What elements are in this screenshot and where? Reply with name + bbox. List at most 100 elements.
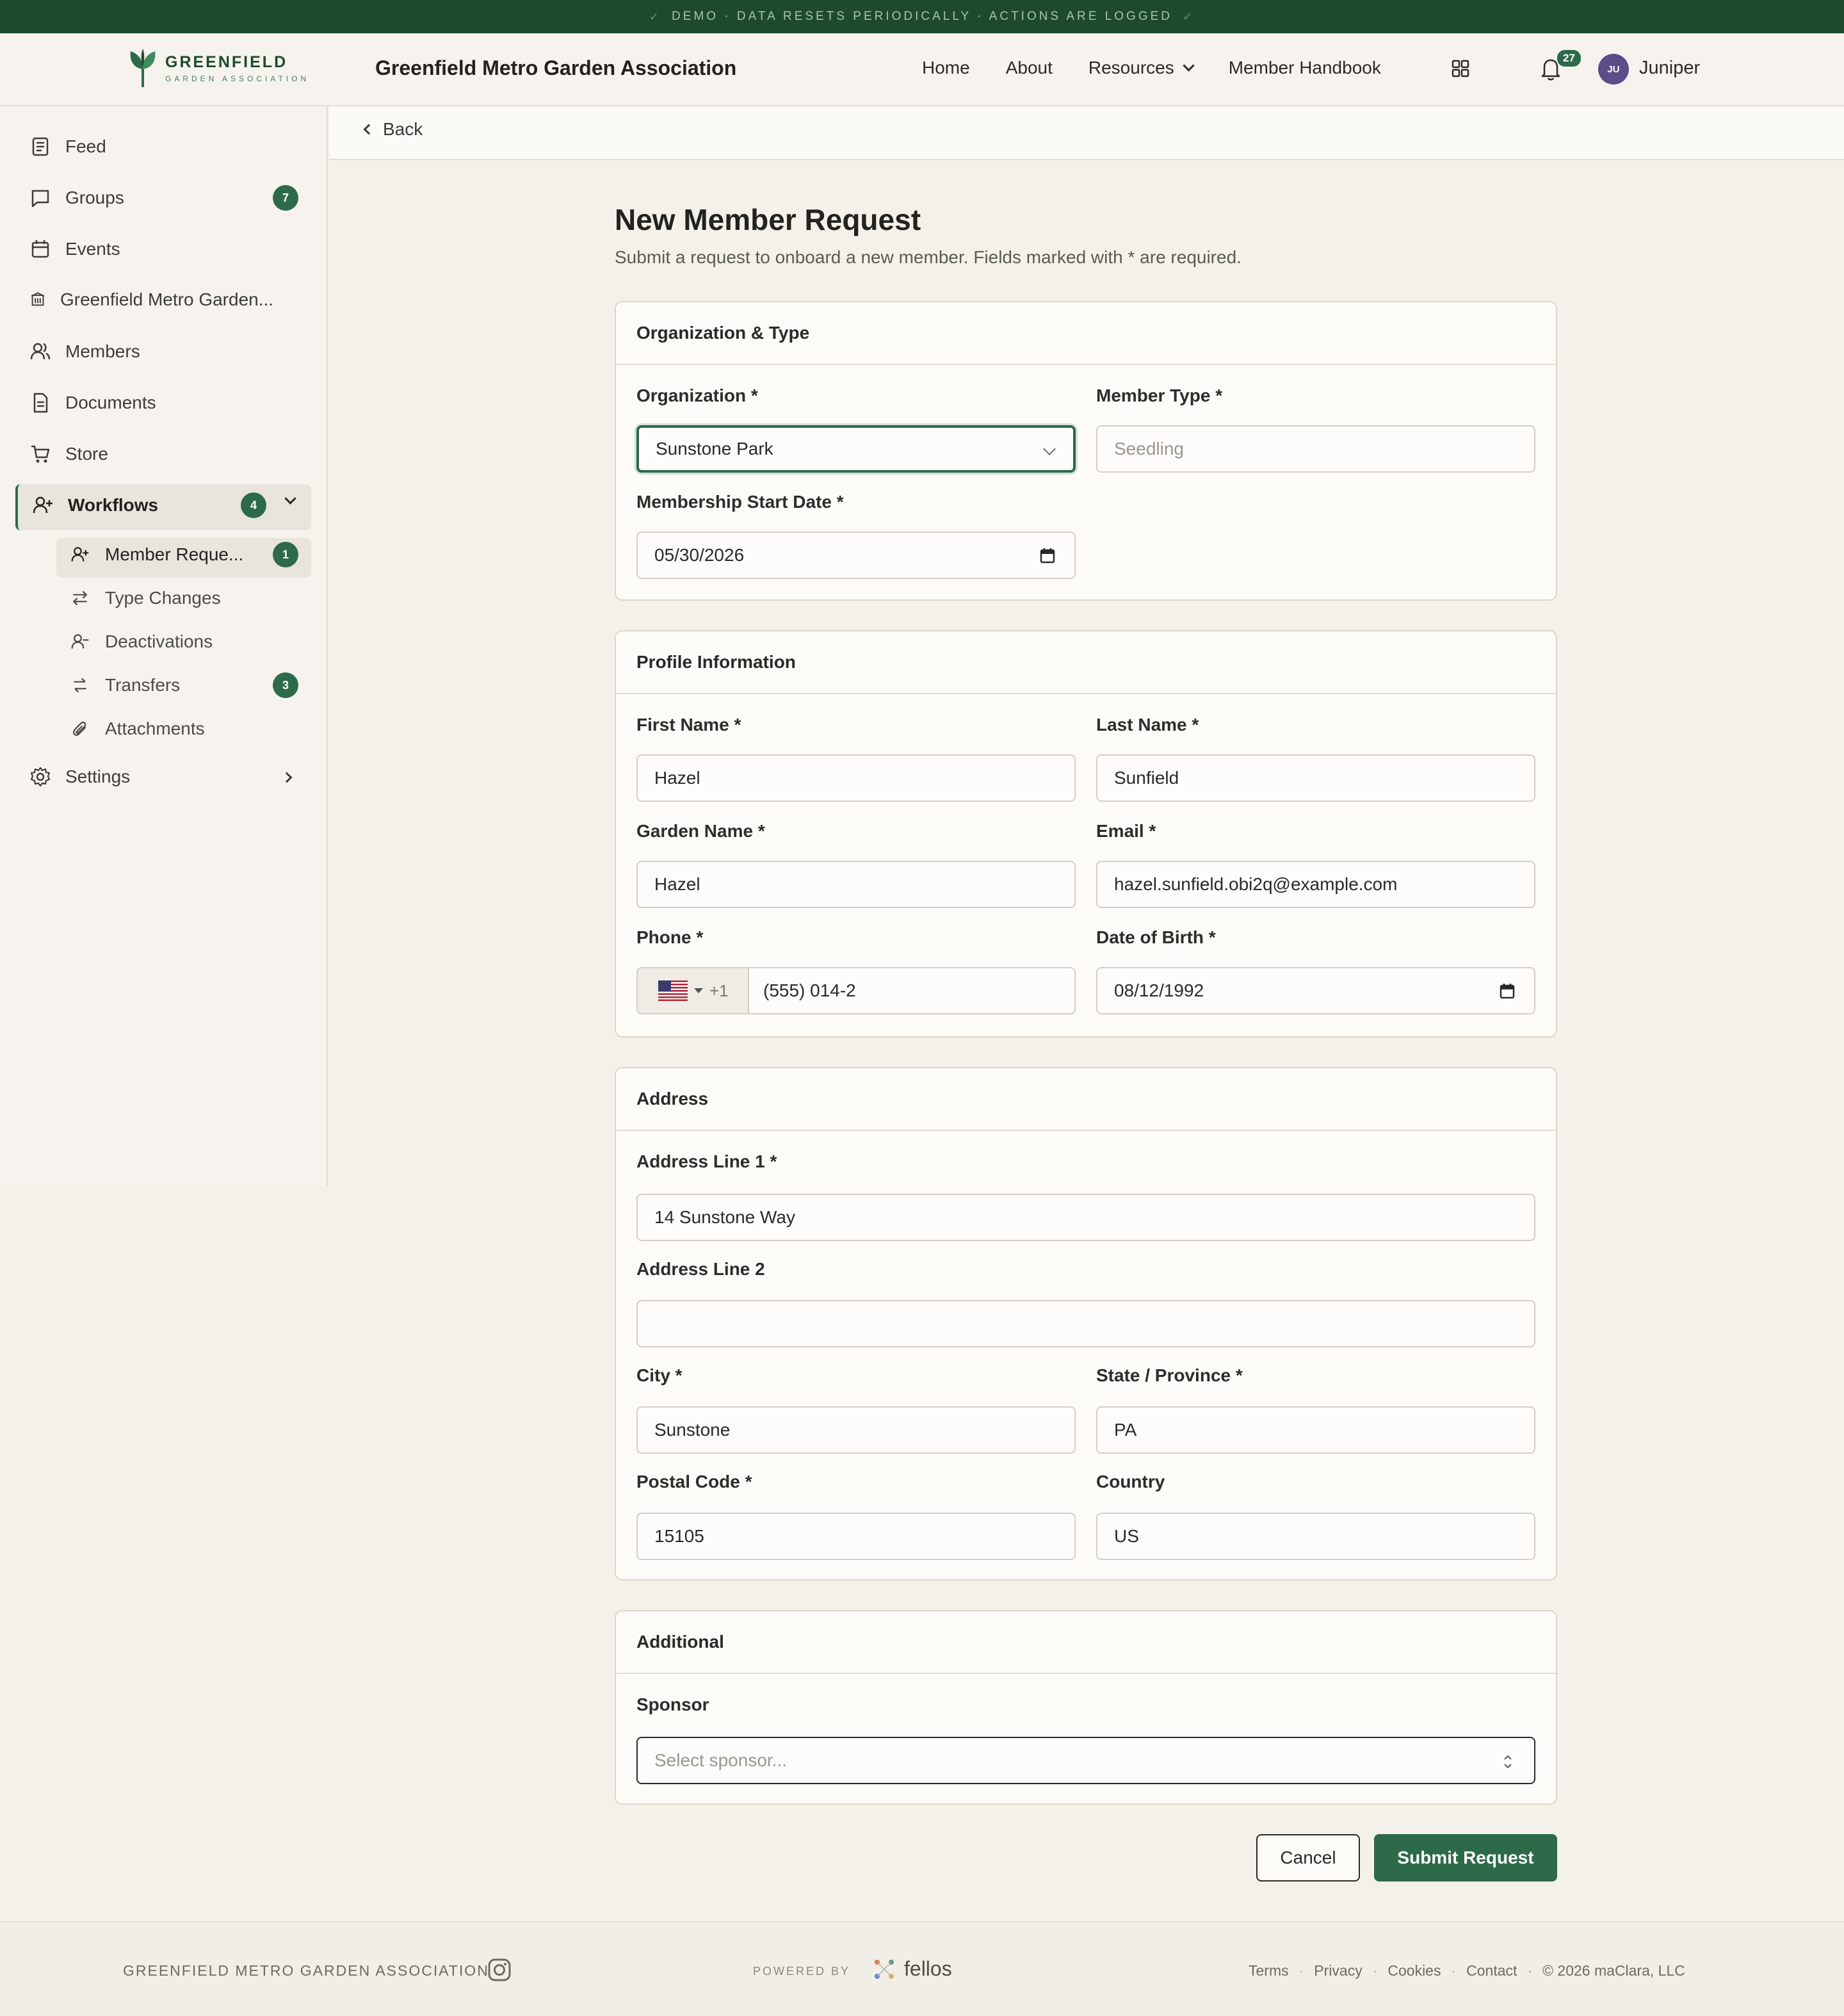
country-code-select[interactable]: +1 [638,968,749,1013]
sidebar-item-feed[interactable]: Feed [29,136,298,158]
check-icon: ✓ [1183,10,1195,23]
sidebar-subitem-label: Member Reque... [105,544,244,564]
dob-input[interactable]: 08/12/1992 [1096,967,1535,1014]
city-label: City * [636,1365,683,1385]
sidebar-item-documents[interactable]: Documents [29,392,298,414]
instagram-icon[interactable] [487,1957,512,1983]
sidebar-item-events[interactable]: Events [29,238,298,260]
sidebar-item-groups[interactable]: Groups 7 [29,185,298,211]
back-label: Back [383,119,423,139]
first-name-value: Hazel [654,768,700,788]
check-icon: ✓ [649,10,661,23]
dob-label: Date of Birth * [1096,927,1216,947]
submit-request-button[interactable]: Submit Request [1374,1834,1557,1882]
first-name-input[interactable]: Hazel [636,754,1076,802]
sponsor-select[interactable]: Select sponsor... [636,1737,1535,1784]
section-title: Address [616,1068,1556,1131]
sidebar-item-organization[interactable]: Greenfield Metro Garden... [29,289,298,310]
cancel-button[interactable]: Cancel [1256,1834,1360,1882]
start-date-value: 05/30/2026 [654,545,745,565]
address-line2-input[interactable] [636,1300,1535,1347]
demo-banner-text: DEMO · DATA RESETS PERIODICALLY · ACTION… [672,10,1172,23]
user-minus-icon [71,634,89,649]
member-requests-count-badge: 1 [273,542,298,567]
page-title: New Member Request [615,203,921,236]
nav-home[interactable]: Home [922,58,970,78]
nav-resources[interactable]: Resources [1088,58,1195,78]
back-bar: Back [329,106,1844,160]
org-title: Greenfield Metro Garden Association [375,56,737,79]
sidebar-subitem-label: Deactivations [105,631,213,651]
logo-subtitle: GARDEN ASSOCIATION [165,74,310,83]
separator-dot: · [1298,1962,1304,1979]
updown-chevron-icon [1504,1755,1512,1769]
footer-org-name: GREENFIELD METRO GARDEN ASSOCIATION [123,1962,489,1979]
sidebar-item-members[interactable]: Members [29,341,298,362]
fellos-brand[interactable]: fellos [904,1957,952,1981]
member-type-field[interactable]: Seedling [1096,425,1535,473]
logo[interactable]: GREENFIELD GARDEN ASSOCIATION [127,47,309,88]
email-field[interactable]: hazel.sunfield.obi2q@example.com [1096,861,1535,908]
user-name[interactable]: Juniper [1639,58,1700,79]
sidebar-item-settings[interactable]: Settings [29,766,298,788]
nav-member-handbook[interactable]: Member Handbook [1229,58,1381,78]
address-line1-label: Address Line 1 * [636,1151,777,1171]
fellos-logo-icon [875,1960,894,1979]
phone-value: (555) 014-2 [763,980,856,1000]
footer-link-terms[interactable]: Terms [1249,1962,1289,1979]
phone-input[interactable]: +1 (555) 014-2 [636,967,1076,1014]
state-input[interactable]: PA [1096,1406,1535,1454]
garden-name-input[interactable]: Hazel [636,861,1076,908]
section-title: Organization & Type [616,302,1556,365]
sponsor-label: Sponsor [636,1695,709,1714]
city-input[interactable]: Sunstone [636,1406,1076,1454]
separator-dot: · [1527,1962,1533,1979]
sidebar-subitem-label: Attachments [105,719,205,738]
sidebar-subitem-member-requests[interactable]: Member Reque... 1 [70,542,298,567]
building-icon [31,292,45,306]
calendar-icon[interactable] [1039,547,1056,565]
sidebar-subitem-deactivations[interactable]: Deactivations [70,631,297,652]
sidebar-item-store[interactable]: Store [29,443,298,465]
footer-link-cookies[interactable]: Cookies [1387,1962,1441,1979]
sidebar: Feed Groups 7 Events Greenfield Metro Ga… [0,106,328,1186]
organization-value: Sunstone Park [656,439,773,459]
document-icon [33,393,48,413]
nav-about[interactable]: About [1006,58,1053,78]
sidebar-subitem-type-changes[interactable]: Type Changes [70,588,297,608]
organization-select[interactable]: Sunstone Park [636,425,1076,473]
sidebar-subitem-attachments[interactable]: Attachments [70,719,297,739]
email-value: hazel.sunfield.obi2q@example.com [1114,874,1398,894]
footer: GREENFIELD METRO GARDEN ASSOCIATION POWE… [0,1921,1844,2016]
last-name-input[interactable]: Sunfield [1096,754,1535,802]
country-code: +1 [709,980,729,1000]
footer-link-privacy[interactable]: Privacy [1314,1962,1362,1979]
apps-grid-icon[interactable] [1451,59,1470,78]
back-button[interactable]: Back [363,119,423,140]
chevron-right-icon [281,772,293,783]
country-input[interactable]: US [1096,1513,1535,1560]
sidebar-item-workflows[interactable]: Workflows 4 [32,492,301,518]
address-line1-value: 14 Sunstone Way [654,1207,795,1227]
avatar[interactable]: JU [1598,54,1629,85]
logo-name: GREENFIELD [165,53,288,71]
caret-down-icon [694,988,703,993]
top-header: GREENFIELD GARDEN ASSOCIATION Greenfield… [0,33,1844,106]
footer-link-contact[interactable]: Contact [1466,1962,1517,1979]
section-title: Profile Information [616,631,1556,694]
start-date-label: Membership Start Date * [636,492,844,512]
transfer-icon [74,678,86,693]
groups-count-badge: 7 [273,185,298,211]
sidebar-subitem-transfers[interactable]: Transfers 3 [70,672,298,698]
postal-code-input[interactable]: 15105 [636,1513,1076,1560]
chat-icon [31,190,49,207]
sidebar-item-label: Documents [65,393,156,412]
country-label: Country [1096,1472,1165,1492]
separator-dot: · [1451,1962,1457,1979]
calendar-icon[interactable] [1498,982,1516,1000]
demo-banner: ✓ DEMO · DATA RESETS PERIODICALLY · ACTI… [0,0,1844,33]
chevron-down-icon [1183,59,1195,72]
address-line1-input[interactable]: 14 Sunstone Way [636,1194,1535,1241]
country-value: US [1114,1526,1139,1546]
start-date-input[interactable]: 05/30/2026 [636,532,1076,579]
